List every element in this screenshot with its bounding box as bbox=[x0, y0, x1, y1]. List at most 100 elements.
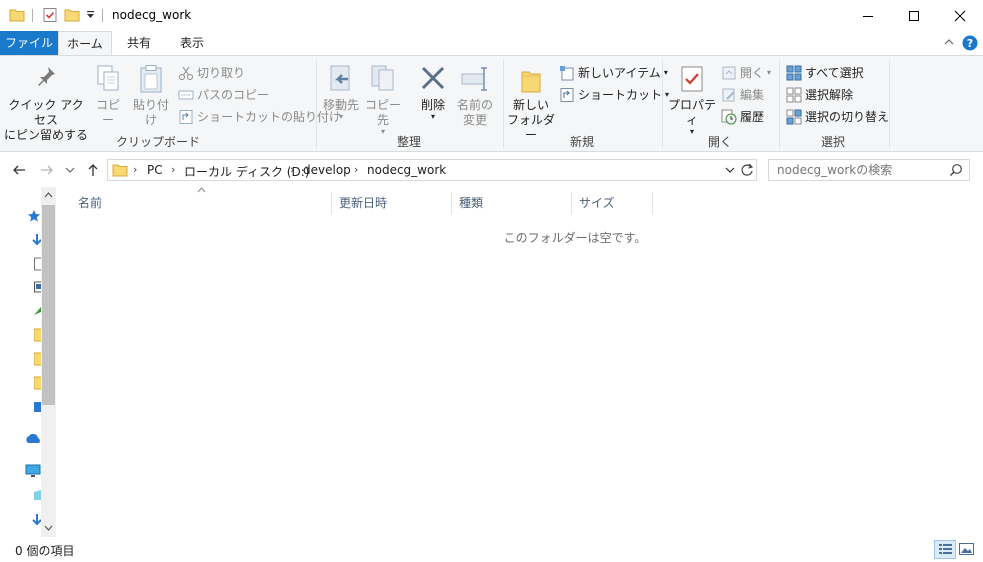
column-header-type[interactable]: 種類 bbox=[453, 192, 572, 214]
cut-button[interactable]: 切り取り bbox=[178, 64, 245, 81]
close-button[interactable] bbox=[937, 0, 983, 31]
shortcut-icon bbox=[559, 87, 575, 103]
edit-label: 編集 bbox=[740, 88, 765, 102]
invert-selection-button[interactable]: 選択の切り替え bbox=[786, 108, 889, 125]
nav-scroll-thumb[interactable] bbox=[42, 205, 55, 405]
select-all-label: すべて選択 bbox=[805, 66, 864, 80]
properties-check-icon[interactable] bbox=[42, 7, 58, 23]
file-list: 名前 更新日時 種類 サイズ このフォルダーは空です。 bbox=[62, 187, 983, 537]
select-none-button[interactable]: 選択解除 bbox=[786, 86, 853, 103]
select-none-label: 選択解除 bbox=[805, 88, 854, 102]
new-folder-icon[interactable] bbox=[64, 7, 80, 23]
select-none-icon bbox=[786, 87, 802, 103]
tab-share[interactable]: 共有 bbox=[114, 31, 164, 55]
divider bbox=[32, 9, 33, 22]
customize-toolbar-icon[interactable] bbox=[86, 10, 95, 20]
address-history-dropdown[interactable] bbox=[725, 166, 735, 174]
ribbon-tabs: ファイル ホーム 共有 表示 ? bbox=[0, 31, 983, 56]
tab-view[interactable]: 表示 bbox=[166, 31, 218, 55]
close-icon bbox=[954, 10, 966, 21]
search-input[interactable] bbox=[777, 163, 947, 177]
column-header-size[interactable]: サイズ bbox=[573, 192, 653, 214]
back-button[interactable] bbox=[10, 161, 28, 179]
easy-access-button[interactable]: ショートカット ▾ bbox=[559, 86, 669, 103]
refresh-button[interactable] bbox=[740, 163, 754, 177]
copy-to-button[interactable]: コピー先 ▾ bbox=[362, 64, 404, 136]
select-all-icon bbox=[786, 65, 802, 81]
breadcrumb-pc[interactable]: PC bbox=[147, 163, 163, 177]
delete-button[interactable]: 削除 ▾ bbox=[416, 64, 450, 121]
pin-quick-access-button[interactable]: クイック アクセス にピン留めする bbox=[4, 64, 88, 143]
column-header-name[interactable]: 名前 bbox=[72, 192, 332, 214]
new-group-label: 新規 bbox=[569, 135, 594, 149]
divider bbox=[889, 60, 890, 148]
copy-path-button[interactable]: パスのコピー bbox=[178, 86, 269, 103]
breadcrumb-separator[interactable]: › bbox=[133, 163, 137, 176]
divider bbox=[662, 60, 663, 148]
search-box[interactable] bbox=[768, 159, 970, 181]
easy-access-label: ショートカット bbox=[578, 88, 663, 102]
copy-to-label: コピー先 bbox=[364, 98, 401, 127]
help-icon[interactable]: ? bbox=[962, 35, 978, 51]
rename-label-line1: 名前の bbox=[456, 98, 493, 112]
status-bar: 0 個の項目 bbox=[0, 537, 983, 562]
navigation-pane bbox=[0, 187, 58, 537]
select-all-button[interactable]: すべて選択 bbox=[786, 64, 864, 81]
large-icons-view-button[interactable] bbox=[959, 543, 974, 555]
breadcrumb-nodecg-work[interactable]: nodecg_work bbox=[367, 163, 446, 177]
onedrive-cloud-icon[interactable] bbox=[24, 433, 42, 445]
forward-button[interactable] bbox=[38, 161, 56, 179]
copy-button[interactable]: コピー bbox=[92, 64, 124, 128]
new-folder-label-line1: 新しい bbox=[512, 98, 549, 112]
copy-icon bbox=[95, 64, 121, 94]
empty-folder-message: このフォルダーは空です。 bbox=[503, 231, 647, 245]
window-title: nodecg_work bbox=[112, 8, 192, 22]
quick-access-star-icon[interactable] bbox=[27, 209, 41, 223]
new-item-icon bbox=[559, 65, 575, 81]
breadcrumb-separator[interactable]: › bbox=[290, 163, 294, 176]
minimize-icon bbox=[863, 15, 873, 17]
move-to-label: 移動先 bbox=[322, 98, 359, 112]
paste-button[interactable]: 貼り付け bbox=[128, 64, 174, 128]
divider bbox=[102, 9, 103, 22]
new-folder-button[interactable]: 新しい フォルダー bbox=[507, 64, 555, 143]
maximize-button[interactable] bbox=[891, 0, 937, 31]
breadcrumb-separator[interactable]: › bbox=[171, 163, 175, 176]
divider bbox=[316, 60, 317, 148]
svg-text:?: ? bbox=[967, 37, 973, 50]
invert-selection-icon bbox=[786, 109, 802, 125]
search-icon[interactable] bbox=[949, 163, 963, 177]
rename-icon bbox=[460, 64, 490, 94]
address-bar[interactable]: › PC › ローカル ディスク (D:) › develop › nodecg… bbox=[107, 159, 757, 181]
up-button[interactable] bbox=[84, 161, 102, 179]
new-item-button[interactable]: 新しいアイテム ▾ bbox=[559, 64, 668, 81]
this-pc-monitor-icon[interactable] bbox=[25, 464, 41, 478]
new-item-label: 新しいアイテム bbox=[578, 66, 661, 80]
rename-button[interactable]: 名前の 変更 bbox=[455, 64, 495, 128]
tab-file[interactable]: ファイル bbox=[0, 31, 58, 55]
item-count: 0 個の項目 bbox=[15, 544, 75, 558]
delete-x-icon bbox=[420, 64, 446, 94]
edit-button[interactable]: 編集 bbox=[721, 86, 764, 103]
properties-button[interactable]: プロパティ ▾ bbox=[666, 64, 718, 136]
minimize-button[interactable] bbox=[845, 0, 891, 31]
rename-label-line2: 変更 bbox=[462, 113, 487, 127]
collapse-ribbon-icon[interactable] bbox=[944, 38, 954, 46]
open-button[interactable]: 開く ▾ bbox=[721, 64, 771, 81]
edit-icon bbox=[721, 87, 737, 103]
properties-label: プロパティ bbox=[667, 98, 716, 127]
breadcrumb-separator[interactable]: › bbox=[354, 163, 358, 176]
copy-label: コピー bbox=[95, 98, 120, 127]
move-to-button[interactable]: 移動先 ▾ bbox=[321, 64, 361, 121]
details-view-button[interactable] bbox=[934, 540, 956, 559]
breadcrumb-develop[interactable]: develop bbox=[303, 163, 351, 177]
scroll-up-icon[interactable] bbox=[44, 191, 53, 198]
recent-locations-button[interactable] bbox=[64, 161, 76, 179]
delete-label: 削除 bbox=[420, 98, 445, 112]
scroll-down-icon[interactable] bbox=[44, 525, 53, 532]
column-header-date-modified[interactable]: 更新日時 bbox=[333, 192, 452, 214]
paste-icon bbox=[138, 64, 164, 94]
details-view-icon bbox=[939, 544, 952, 554]
history-button[interactable]: 履歴 bbox=[721, 108, 764, 125]
tab-home[interactable]: ホーム bbox=[58, 31, 112, 56]
